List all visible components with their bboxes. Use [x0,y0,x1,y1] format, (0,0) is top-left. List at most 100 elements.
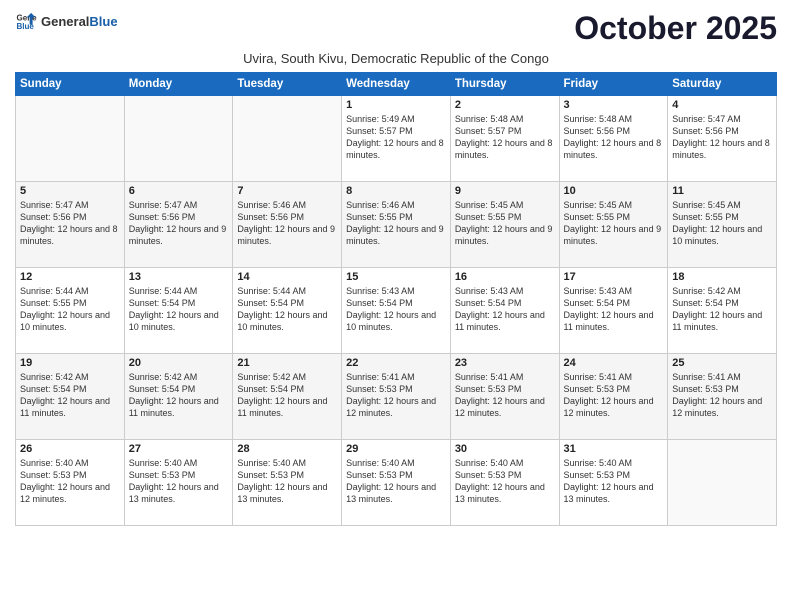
subtitle: Uvira, South Kivu, Democratic Republic o… [15,51,777,66]
cell-info: Sunrise: 5:49 AMSunset: 5:57 PMDaylight:… [346,113,446,162]
week-row-2: 5Sunrise: 5:47 AMSunset: 5:56 PMDaylight… [16,182,777,268]
day-number: 26 [20,443,120,455]
day-number: 21 [237,357,337,369]
logo-blue: Blue [89,14,117,29]
day-cell: 4 Sunrise: 5:47 AMSunset: 5:56 PMDaylight… [668,96,777,182]
cell-info: Sunrise: 5:44 AMSunset: 5:55 PMDaylight:… [20,285,120,334]
day-cell: 23 Sunrise: 5:41 AMSunset: 5:53 PMDayligh… [450,354,559,440]
day-cell: 2Sunrise: 5:48 AMSunset: 5:57 PMDaylight… [450,96,559,182]
day-cell: 11 Sunrise: 5:45 AMSunset: 5:55 PMDayligh… [668,182,777,268]
cell-info: Sunrise: 5:43 AMSunset: 5:54 PMDaylight:… [346,285,446,334]
cell-info: Sunrise: 5:42 AMSunset: 5:54 PMDaylight:… [129,371,229,420]
cell-info: Sunrise: 5:46 AMSunset: 5:55 PMDaylight:… [346,199,446,248]
day-cell: 15 Sunrise: 5:43 AMSunset: 5:54 PMDayligh… [342,268,451,354]
day-number: 31 [564,443,664,455]
day-cell: 18 Sunrise: 5:42 AMSunset: 5:54 PMDayligh… [668,268,777,354]
week-row-1: 1 Sunrise: 5:49 AMSunset: 5:57 PMDaylight… [16,96,777,182]
day-cell: 28Sunrise: 5:40 AMSunset: 5:53 PMDayligh… [233,440,342,526]
day-number: 17 [564,271,664,283]
day-cell: 13 Sunrise: 5:44 AMSunset: 5:54 PMDayligh… [124,268,233,354]
cell-info: Sunrise: 5:44 AMSunset: 5:54 PMDaylight:… [237,285,337,334]
col-header-tuesday: Tuesday [233,73,342,96]
day-cell: 26 Sunrise: 5:40 AMSunset: 5:53 PMDayligh… [16,440,125,526]
header-row: SundayMondayTuesdayWednesdayThursdayFrid… [16,73,777,96]
month-title: October 2025 [574,10,777,47]
cell-info: Sunrise: 5:47 AMSunset: 5:56 PMDaylight:… [20,199,120,248]
day-cell: 5Sunrise: 5:47 AMSunset: 5:56 PMDaylight… [16,182,125,268]
day-cell: 9Sunrise: 5:45 AMSunset: 5:55 PMDaylight… [450,182,559,268]
cell-info: Sunrise: 5:48 AMSunset: 5:56 PMDaylight:… [564,113,664,162]
cell-info: Sunrise: 5:42 AMSunset: 5:54 PMDaylight:… [20,371,120,420]
day-cell [668,440,777,526]
day-cell: 25 Sunrise: 5:41 AMSunset: 5:53 PMDayligh… [668,354,777,440]
day-cell: 27 Sunrise: 5:40 AMSunset: 5:53 PMDayligh… [124,440,233,526]
day-number: 6 [129,185,229,197]
cell-info: Sunrise: 5:47 AMSunset: 5:56 PMDaylight:… [129,199,229,248]
day-cell: 22Sunrise: 5:41 AMSunset: 5:53 PMDayligh… [342,354,451,440]
day-cell: 14 Sunrise: 5:44 AMSunset: 5:54 PMDayligh… [233,268,342,354]
header: General Blue General Blue October 2025 [15,10,777,47]
day-number: 3 [564,99,664,111]
cell-info: Sunrise: 5:42 AMSunset: 5:54 PMDaylight:… [672,285,772,334]
cell-info: Sunrise: 5:40 AMSunset: 5:53 PMDaylight:… [20,457,120,506]
day-cell [16,96,125,182]
day-cell: 3 Sunrise: 5:48 AMSunset: 5:56 PMDaylight… [559,96,668,182]
cell-info: Sunrise: 5:43 AMSunset: 5:54 PMDaylight:… [455,285,555,334]
col-header-saturday: Saturday [668,73,777,96]
day-number: 16 [455,271,555,283]
day-number: 19 [20,357,120,369]
week-row-4: 19 Sunrise: 5:42 AMSunset: 5:54 PMDayligh… [16,354,777,440]
day-cell: 19 Sunrise: 5:42 AMSunset: 5:54 PMDayligh… [16,354,125,440]
day-number: 14 [237,271,337,283]
day-number: 30 [455,443,555,455]
day-cell: 29Sunrise: 5:40 AMSunset: 5:53 PMDayligh… [342,440,451,526]
cell-info: Sunrise: 5:44 AMSunset: 5:54 PMDaylight:… [129,285,229,334]
cell-info: Sunrise: 5:40 AMSunset: 5:53 PMDaylight:… [346,457,446,506]
day-cell: 6 Sunrise: 5:47 AMSunset: 5:56 PMDaylight… [124,182,233,268]
cell-info: Sunrise: 5:47 AMSunset: 5:56 PMDaylight:… [672,113,772,162]
cell-info: Sunrise: 5:41 AMSunset: 5:53 PMDaylight:… [672,371,772,420]
cell-info: Sunrise: 5:45 AMSunset: 5:55 PMDaylight:… [455,199,555,248]
day-cell: 7 Sunrise: 5:46 AMSunset: 5:56 PMDaylight… [233,182,342,268]
day-cell: 31 Sunrise: 5:40 AMSunset: 5:53 PMDayligh… [559,440,668,526]
cell-info: Sunrise: 5:48 AMSunset: 5:57 PMDaylight:… [455,113,555,162]
cell-info: Sunrise: 5:45 AMSunset: 5:55 PMDaylight:… [672,199,772,248]
day-number: 8 [346,185,446,197]
day-number: 4 [672,99,772,111]
day-cell: 10Sunrise: 5:45 AMSunset: 5:55 PMDayligh… [559,182,668,268]
day-cell: 20Sunrise: 5:42 AMSunset: 5:54 PMDayligh… [124,354,233,440]
cell-info: Sunrise: 5:40 AMSunset: 5:53 PMDaylight:… [564,457,664,506]
cell-info: Sunrise: 5:41 AMSunset: 5:53 PMDaylight:… [455,371,555,420]
col-header-wednesday: Wednesday [342,73,451,96]
day-cell: 8 Sunrise: 5:46 AMSunset: 5:55 PMDaylight… [342,182,451,268]
week-row-3: 12Sunrise: 5:44 AMSunset: 5:55 PMDayligh… [16,268,777,354]
col-header-monday: Monday [124,73,233,96]
calendar-page: General Blue General Blue October 2025 U… [0,0,792,612]
day-number: 11 [672,185,772,197]
day-number: 15 [346,271,446,283]
day-number: 27 [129,443,229,455]
day-number: 13 [129,271,229,283]
cell-info: Sunrise: 5:40 AMSunset: 5:53 PMDaylight:… [129,457,229,506]
day-cell: 24 Sunrise: 5:41 AMSunset: 5:53 PMDayligh… [559,354,668,440]
cell-info: Sunrise: 5:43 AMSunset: 5:54 PMDaylight:… [564,285,664,334]
svg-text:General: General [16,13,37,22]
day-number: 1 [346,99,446,111]
cell-info: Sunrise: 5:42 AMSunset: 5:54 PMDaylight:… [237,371,337,420]
day-number: 25 [672,357,772,369]
day-cell: 12Sunrise: 5:44 AMSunset: 5:55 PMDayligh… [16,268,125,354]
day-number: 7 [237,185,337,197]
day-number: 18 [672,271,772,283]
cell-info: Sunrise: 5:41 AMSunset: 5:53 PMDaylight:… [564,371,664,420]
week-row-5: 26 Sunrise: 5:40 AMSunset: 5:53 PMDayligh… [16,440,777,526]
logo-general: General [41,14,89,29]
day-number: 28 [237,443,337,455]
cell-info: Sunrise: 5:41 AMSunset: 5:53 PMDaylight:… [346,371,446,420]
col-header-sunday: Sunday [16,73,125,96]
cell-info: Sunrise: 5:46 AMSunset: 5:56 PMDaylight:… [237,199,337,248]
day-cell [124,96,233,182]
day-number: 23 [455,357,555,369]
day-number: 24 [564,357,664,369]
col-header-friday: Friday [559,73,668,96]
day-cell: 21 Sunrise: 5:42 AMSunset: 5:54 PMDayligh… [233,354,342,440]
